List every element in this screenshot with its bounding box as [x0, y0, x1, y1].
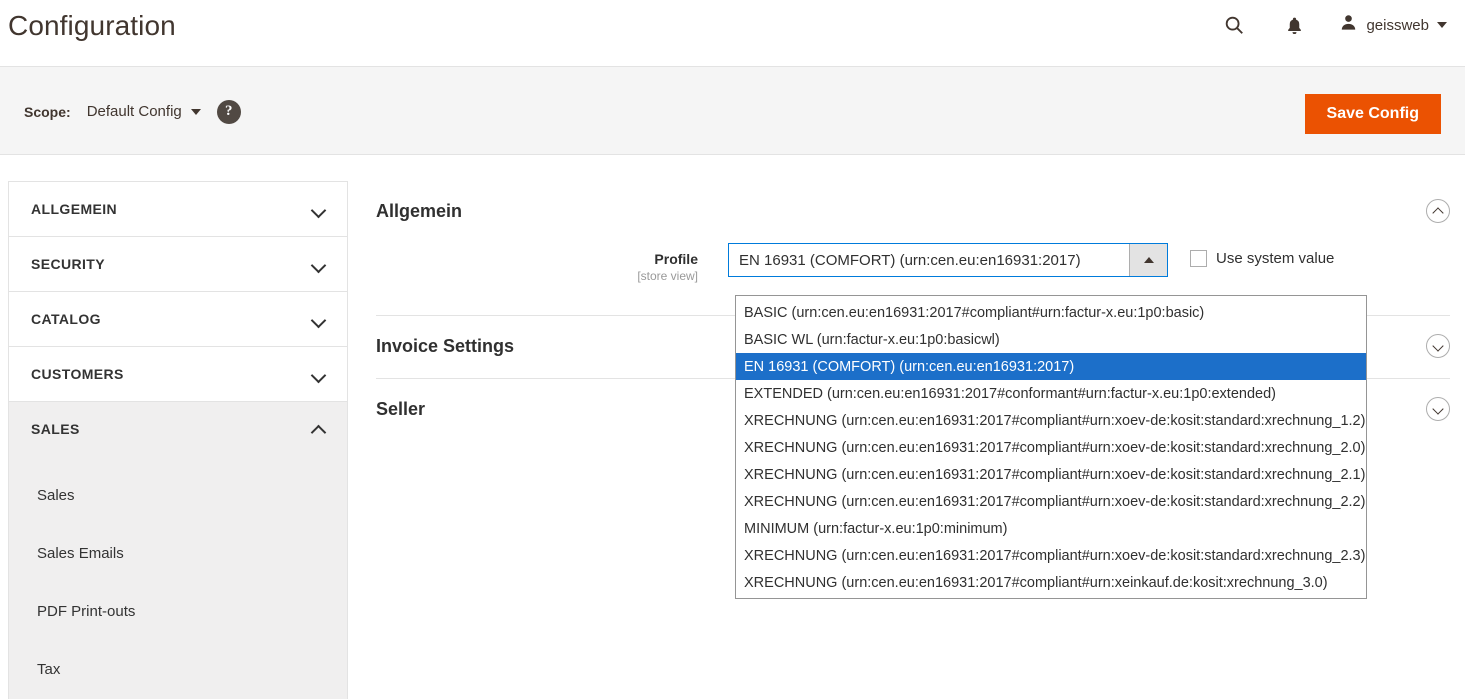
collapse-toggle-down-icon[interactable]	[1426, 334, 1450, 358]
question-mark-icon[interactable]: ?	[217, 100, 241, 124]
profile-dropdown-list[interactable]: BASIC (urn:cen.eu:en16931:2017#compliant…	[735, 295, 1367, 599]
top-header: Configuration gei	[0, 0, 1465, 66]
chevron-down-icon	[1437, 22, 1447, 28]
sidebar-item-security[interactable]: SECURITY	[9, 237, 347, 291]
use-system-value-label: Use system value	[1216, 250, 1334, 267]
sidebar-item-catalog[interactable]: CATALOG	[9, 292, 347, 346]
sidebar-item-sales[interactable]: SALES	[9, 402, 347, 456]
search-icon[interactable]	[1219, 10, 1249, 40]
save-config-button[interactable]: Save Config	[1305, 94, 1441, 134]
profile-select[interactable]: EN 16931 (COMFORT) (urn:cen.eu:en16931:2…	[728, 243, 1168, 277]
config-sidebar: ALLGEMEIN SECURITY CATALOG CUSTOMERS	[8, 181, 348, 699]
sidebar-section-catalog: CATALOG	[9, 292, 347, 347]
sidebar-section-label: CUSTOMERS	[31, 366, 124, 382]
scope-selector[interactable]: Default Config	[87, 103, 201, 120]
sidebar-item-allgemein[interactable]: ALLGEMEIN	[9, 182, 347, 236]
chevron-down-icon	[312, 258, 325, 271]
sidebar-item-sales-emails[interactable]: Sales Emails	[9, 524, 347, 582]
sidebar-section-security: SECURITY	[9, 237, 347, 292]
dropdown-option-selected[interactable]: EN 16931 (COMFORT) (urn:cen.eu:en16931:2…	[736, 353, 1366, 380]
profile-label: Profile	[376, 251, 698, 267]
sidebar-item-tax[interactable]: Tax	[9, 640, 347, 698]
dropdown-option[interactable]: BASIC WL (urn:factur-x.eu:1p0:basicwl)	[736, 326, 1366, 353]
dropdown-option[interactable]: XRECHNUNG (urn:cen.eu:en16931:2017#compl…	[736, 407, 1366, 434]
user-menu[interactable]: geissweb	[1339, 13, 1447, 37]
sidebar-section-customers: CUSTOMERS	[9, 347, 347, 402]
header-actions: geissweb	[1219, 10, 1447, 40]
sidebar-section-label: SECURITY	[31, 256, 105, 272]
section-allgemein-header[interactable]: Allgemein	[376, 181, 1450, 243]
sidebar-subitems-sales: Sales Sales Emails PDF Print-outs Tax	[9, 456, 347, 699]
dropdown-option[interactable]: MINIMUM (urn:factur-x.eu:1p0:minimum)	[736, 515, 1366, 542]
dropdown-option[interactable]: XRECHNUNG (urn:cen.eu:en16931:2017#compl…	[736, 434, 1366, 461]
scope-bar: Scope: Default Config ? Save Config	[0, 66, 1465, 155]
sidebar-item-customers[interactable]: CUSTOMERS	[9, 347, 347, 401]
dropdown-option[interactable]: XRECHNUNG (urn:cen.eu:en16931:2017#compl…	[736, 461, 1366, 488]
dropdown-option[interactable]: XRECHNUNG (urn:cen.eu:en16931:2017#compl…	[736, 488, 1366, 515]
bell-icon[interactable]	[1279, 10, 1309, 40]
profile-field-row: Profile [store view] EN 16931 (COMFORT) …	[376, 243, 1450, 283]
user-avatar-icon	[1339, 13, 1358, 37]
section-title: Allgemein	[376, 201, 462, 222]
use-system-value-group: Use system value	[1190, 243, 1334, 267]
chevron-down-icon	[191, 109, 201, 115]
scope-value: Default Config	[87, 103, 182, 120]
page-title: Configuration	[8, 10, 176, 42]
triangle-up-icon[interactable]	[1129, 244, 1167, 276]
scope-label: Scope:	[24, 104, 71, 120]
user-name: geissweb	[1366, 17, 1429, 34]
collapse-toggle-down-icon[interactable]	[1426, 397, 1450, 421]
dropdown-option[interactable]: XRECHNUNG (urn:cen.eu:en16931:2017#compl…	[736, 569, 1366, 596]
profile-label-wrap: Profile [store view]	[376, 243, 728, 283]
dropdown-option[interactable]: BASIC (urn:cen.eu:en16931:2017#compliant…	[736, 299, 1366, 326]
use-system-value-checkbox[interactable]	[1190, 250, 1207, 267]
sidebar-section-allgemein: ALLGEMEIN	[9, 182, 347, 237]
chevron-down-icon	[312, 313, 325, 326]
sidebar-item-pdf-print-outs[interactable]: PDF Print-outs	[9, 582, 347, 640]
sidebar-section-label: CATALOG	[31, 311, 101, 327]
configuration-page: Configuration gei	[0, 0, 1465, 699]
profile-select-value: EN 16931 (COMFORT) (urn:cen.eu:en16931:2…	[729, 244, 1129, 276]
chevron-down-icon	[312, 203, 325, 216]
sidebar-section-sales: SALES Sales Sales Emails PDF Print-outs …	[9, 402, 347, 699]
dropdown-option[interactable]: XRECHNUNG (urn:cen.eu:en16931:2017#compl…	[736, 542, 1366, 569]
profile-scope-note: [store view]	[376, 269, 698, 283]
profile-select-wrap: EN 16931 (COMFORT) (urn:cen.eu:en16931:2…	[728, 243, 1334, 277]
sidebar-item-sales-sub[interactable]: Sales	[9, 466, 347, 524]
section-title: Seller	[376, 399, 425, 420]
chevron-up-icon	[312, 423, 325, 436]
dropdown-option[interactable]: EXTENDED (urn:cen.eu:en16931:2017#confor…	[736, 380, 1366, 407]
sidebar-section-label: ALLGEMEIN	[31, 201, 117, 217]
collapse-toggle-up-icon[interactable]	[1426, 199, 1450, 223]
chevron-down-icon	[312, 368, 325, 381]
scope-controls: Scope: Default Config ?	[24, 67, 241, 156]
section-title: Invoice Settings	[376, 336, 514, 357]
sidebar-section-label: SALES	[31, 421, 80, 437]
